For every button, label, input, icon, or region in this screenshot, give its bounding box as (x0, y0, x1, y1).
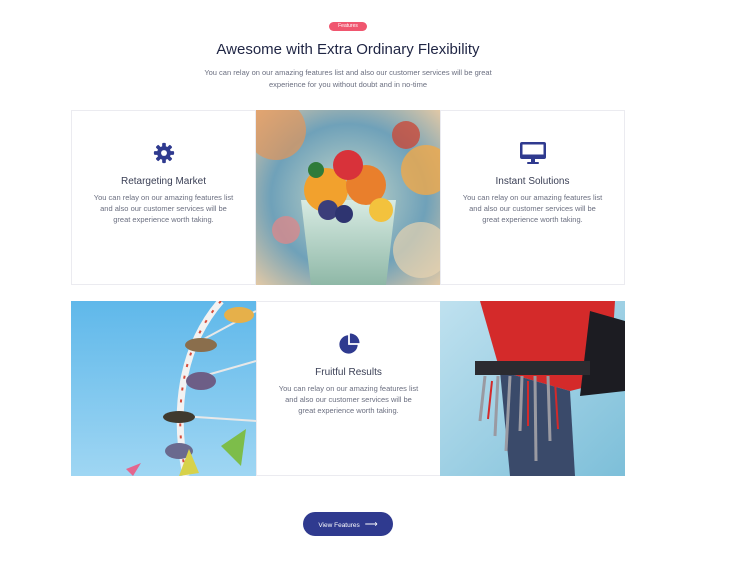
feature-card-fruitful: Fruitful Results You can relay on our am… (256, 301, 441, 476)
feature-description: You can relay on our amazing features li… (93, 193, 234, 224)
feature-title: Retargeting Market (120, 176, 207, 187)
button-label: View Features (318, 522, 360, 529)
section-title: Awesome with Extra Ordinary Flexibility (216, 41, 480, 58)
view-features-button[interactable]: View Features ⟶ (303, 512, 393, 536)
section-badge: Features (329, 22, 367, 31)
ferris-wheel-photo (71, 301, 256, 476)
climbing-gear-photo (440, 301, 625, 476)
desktop-icon (441, 142, 624, 164)
pie-chart-icon (257, 333, 440, 355)
feature-title: Instant Solutions (495, 176, 570, 187)
fruit-bowl-photo (256, 110, 441, 285)
feature-card-retargeting: Retargeting Market You can relay on our … (71, 110, 256, 285)
arrow-right-icon: ⟶ (364, 519, 378, 529)
gear-icon (72, 142, 255, 164)
feature-title: Fruitful Results (315, 367, 382, 378)
feature-card-instant: Instant Solutions You can relay on our a… (440, 110, 625, 285)
section-subtitle: You can relay on our amazing features li… (204, 68, 492, 89)
feature-description: You can relay on our amazing features li… (462, 193, 603, 224)
feature-description: You can relay on our amazing features li… (278, 384, 419, 415)
